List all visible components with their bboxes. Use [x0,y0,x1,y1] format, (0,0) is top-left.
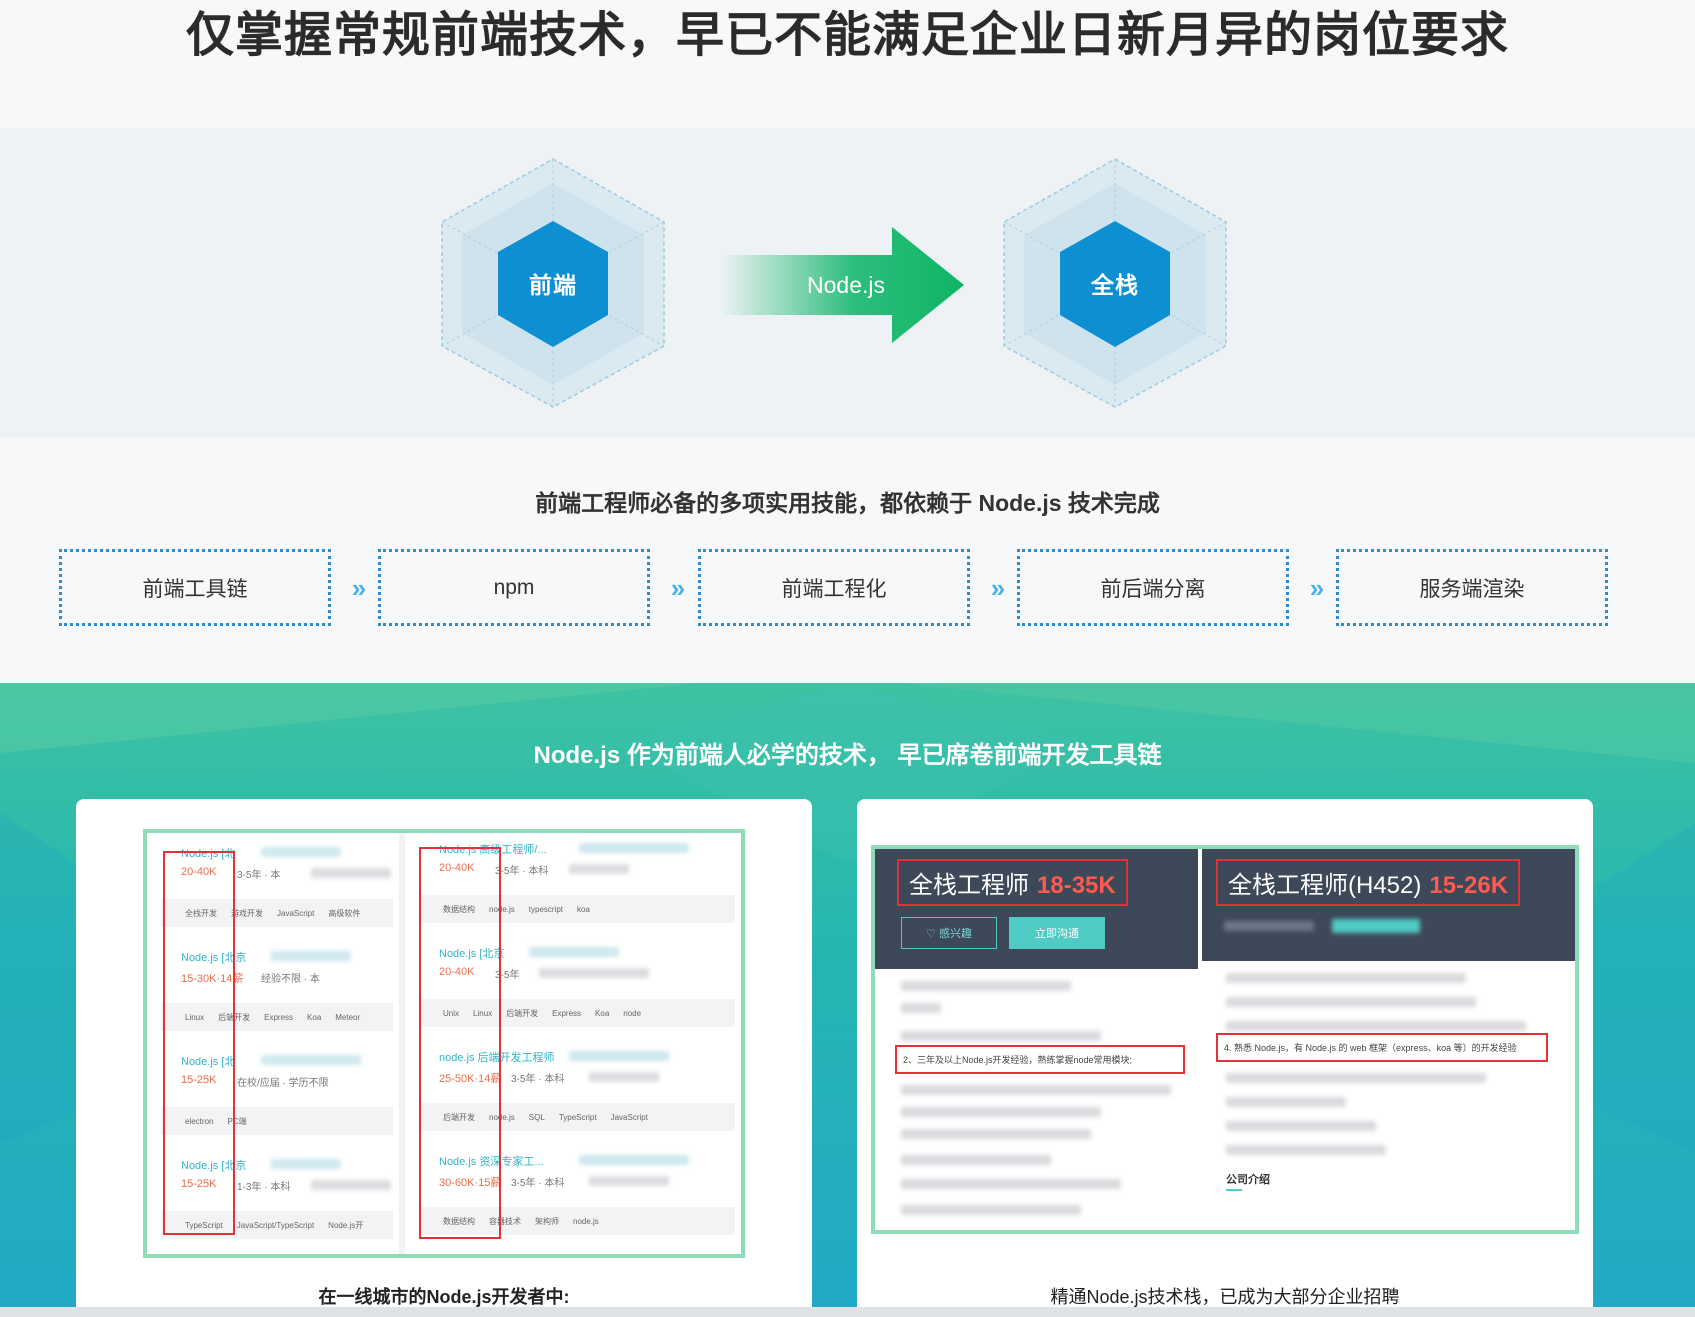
card-caption: 精通Node.js技术栈，已成为大部分企业招聘 [1050,1287,1400,1307]
company-intro-label: 公司介绍 [1226,1174,1270,1186]
section-heading: Node.js 作为前端人必学的技术， 早已席卷前端开发工具链 [533,742,1162,769]
job-title-b: 全栈工程师(H452) 15-26K [1216,859,1521,906]
listing-column-left: Node.js [北 20-40K 3-5年 · 本 全栈开发 游戏开发 JavaS… [147,833,399,1254]
highlight-box [419,847,501,1239]
skill-ssr: 服务端渲染 [1336,549,1608,626]
scrollbar[interactable] [0,1307,1695,1317]
job-listings-screenshot: Node.js [北 20-40K 3-5年 · 本 全栈开发 游戏开发 JavaS… [143,829,745,1258]
requirement-highlight: 2、三年及以上Node.js开发经验，熟练掌握node常用模块; [895,1045,1185,1074]
skills-heading: 前端工程师必备的多项实用技能，都依赖于 Node.js 技术完成 [535,490,1160,516]
evidence-section: Node.js 作为前端人必学的技术， 早已席卷前端开发工具链 Node.js … [0,683,1695,1317]
job-detail-screenshot: 全栈工程师 18-35K ♡ 感兴趣 立即沟通 2、三年及以上Node.js开发经… [871,845,1579,1234]
detail-panel-b: 全栈工程师(H452) 15-26K 4. 熟悉 Node.js，有 Node.j… [1202,849,1575,1230]
skill-toolchain: 前端工具链 [59,549,331,626]
page-title: 仅掌握常规前端技术，早已不能满足企业日新月异的岗位要求 [185,9,1509,62]
chevron-right-icon: » [670,573,685,603]
card-caption: 在一线城市的Node.js开发者中: [318,1287,570,1307]
chevron-right-icon: » [1309,573,1324,603]
page: 仅掌握常规前端技术，早已不能满足企业日新月异的岗位要求 前端 Node.js 全… [0,0,1695,1317]
skill-engineering: 前端工程化 [698,549,970,626]
detail-panel-a: 全栈工程师 18-35K ♡ 感兴趣 立即沟通 2、三年及以上Node.js开发经… [875,849,1198,1230]
nodejs-arrow: Node.js [720,227,964,343]
fullstack-label: 全栈 [1091,272,1139,298]
job-listings-card: Node.js [北 20-40K 3-5年 · 本 全栈开发 游戏开发 JavaS… [76,799,812,1317]
listing-column-right: Node.js 高级工程师/... 20-40K 3-5年 · 本科 数据结构 n… [405,833,741,1254]
chevron-right-icon: » [351,573,366,603]
frontend-hexagon: 前端 [440,157,666,409]
chevron-right-icon: » [990,573,1005,603]
skill-separation: 前后端分离 [1017,549,1289,626]
job-detail-card: 全栈工程师 18-35K ♡ 感兴趣 立即沟通 2、三年及以上Node.js开发经… [857,799,1593,1317]
job-title-a: 全栈工程师 18-35K [897,859,1128,906]
interest-button: ♡ 感兴趣 [901,917,997,949]
arrow-label: Node.js [807,271,885,298]
chat-button: 立即沟通 [1009,917,1105,949]
highlight-box [163,851,235,1235]
skill-npm: npm [378,549,650,626]
fullstack-hexagon: 全栈 [1002,157,1228,409]
requirement-highlight: 4. 熟悉 Node.js，有 Node.js 的 web 框架（express… [1216,1033,1548,1062]
frontend-label: 前端 [529,272,577,298]
